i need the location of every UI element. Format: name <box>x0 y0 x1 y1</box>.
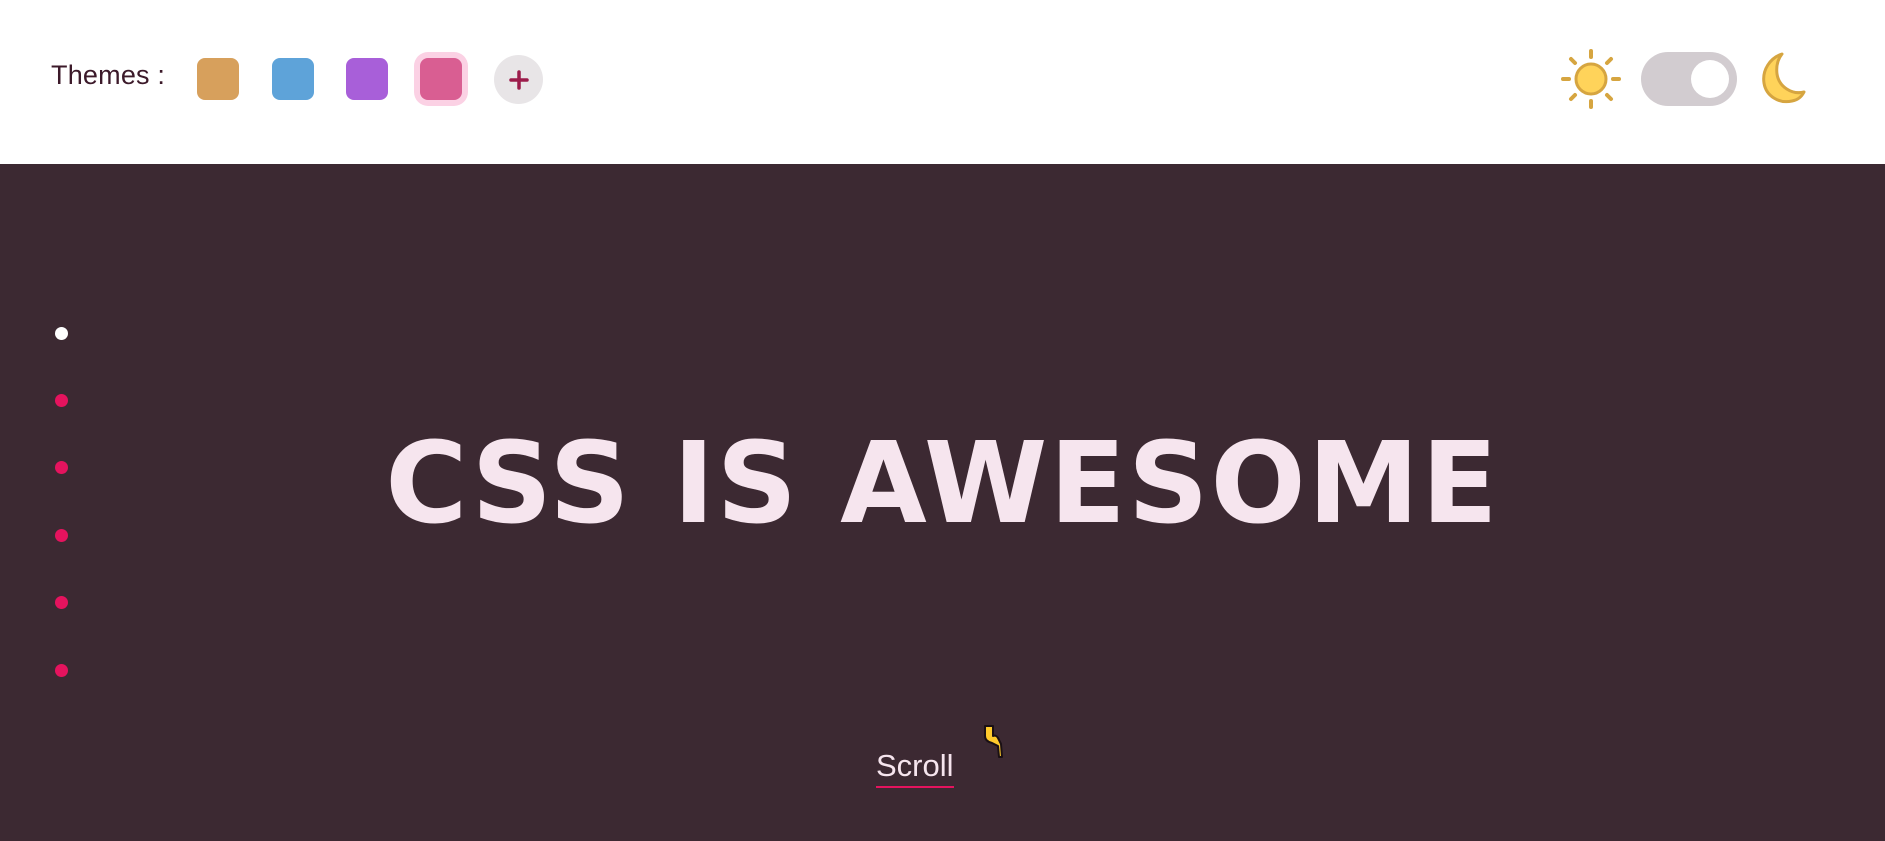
top-bar: Themes : <box>0 0 1885 164</box>
add-theme-button[interactable] <box>494 55 543 104</box>
pointing-hand-icon <box>984 725 1003 758</box>
theme-swatch-orange[interactable] <box>197 58 239 100</box>
section-dot-1[interactable] <box>55 327 68 340</box>
dark-mode-toggle[interactable] <box>1641 52 1737 106</box>
scroll-link[interactable]: Scroll <box>876 748 954 788</box>
section-dot-6[interactable] <box>55 664 68 677</box>
theme-swatch-blue[interactable] <box>272 58 314 100</box>
sun-icon <box>1561 49 1621 109</box>
toggle-knob <box>1691 60 1729 98</box>
theme-swatch-purple[interactable] <box>346 58 388 100</box>
plus-icon <box>508 69 529 90</box>
section-dot-2[interactable] <box>55 394 68 407</box>
themes-label: Themes : <box>51 60 166 90</box>
hero-title: CSS IS AWESOME <box>385 419 1500 549</box>
theme-swatch-pink[interactable] <box>420 58 462 100</box>
section-dot-5[interactable] <box>55 596 68 609</box>
moon-icon <box>1762 52 1806 104</box>
